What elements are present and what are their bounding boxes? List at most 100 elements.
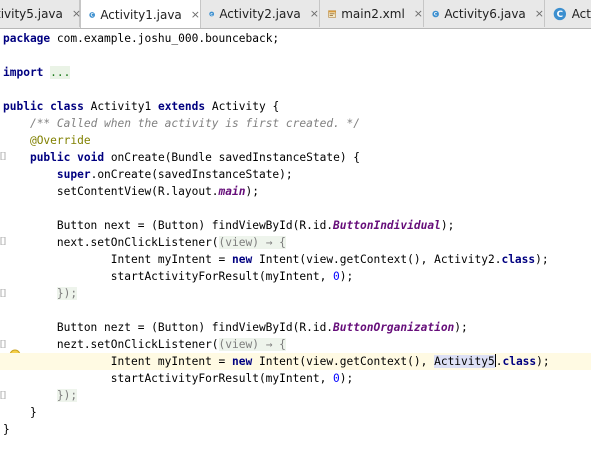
code-text: ); — [245, 185, 259, 198]
tab-label: main2.xml — [341, 6, 405, 21]
tab-label: Act — [571, 6, 591, 21]
keyword: public — [29, 151, 71, 164]
code-line-method-close[interactable]: } — [3, 404, 37, 421]
code-line-close-lambda[interactable]: }); — [3, 285, 78, 302]
tab-label: Activity6.java — [444, 6, 526, 21]
folded-lambda[interactable]: (view) → { — [218, 338, 286, 351]
code-line-annotation[interactable]: @Override — [3, 132, 91, 149]
code-text: onCreate(Bundle savedInstanceState) { — [104, 151, 361, 164]
code-text: next.setOnClickListener( — [3, 236, 219, 249]
code-line-next-listener[interactable]: next.setOnClickListener((view) → { — [3, 234, 286, 251]
code-line-import[interactable]: import ... — [3, 64, 71, 81]
code-line-start-activity[interactable]: startActivityForResult(myIntent, 0); — [3, 268, 354, 285]
code-line-intent-activity2[interactable]: Intent myIntent = new Intent(view.getCon… — [3, 251, 549, 268]
editor-tab-bar: tivity5.java × C Activity1.java × C Acti… — [0, 0, 591, 29]
code-line-button-nezt[interactable]: Button nezt = (Button) findViewById(R.id… — [3, 319, 468, 336]
code-text: Intent(view.getContext(), — [252, 355, 435, 368]
code-text: startActivityForResult(myIntent, — [3, 270, 334, 283]
folded-imports[interactable]: ... — [50, 66, 71, 79]
code-line-close-lambda[interactable]: }); — [3, 387, 78, 404]
close-icon[interactable]: × — [535, 7, 544, 20]
svg-text:C: C — [91, 12, 94, 17]
code-text: ); — [454, 321, 468, 334]
code-text: } — [3, 423, 10, 436]
keyword: void — [77, 151, 105, 164]
code-line-package[interactable]: package com.example.joshu_000.bounceback… — [3, 30, 279, 47]
java-class-icon: C — [209, 11, 215, 16]
code-text: nezt.setOnClickListener( — [3, 338, 219, 351]
keyword: new — [232, 355, 253, 368]
folded-lambda[interactable]: (view) → { — [218, 236, 286, 249]
keyword: class — [501, 253, 536, 266]
tab-activity6[interactable]: C Activity6.java × — [424, 0, 545, 27]
code-text: ); — [339, 270, 354, 283]
svg-text:C: C — [557, 10, 563, 20]
comment: /** Called when the activity is first cr… — [29, 117, 360, 130]
code-text: Activity1 — [83, 100, 158, 113]
tab-label: tivity5.java — [0, 6, 63, 21]
code-text: } — [3, 406, 37, 419]
code-text: Activity { — [205, 100, 280, 113]
keyword: class — [50, 100, 84, 113]
code-text: Button nezt = (Button) findViewById(R.id… — [3, 321, 334, 334]
highlighted-identifier[interactable]: Activity5 — [434, 355, 495, 368]
close-icon[interactable]: × — [191, 8, 200, 21]
java-class-icon: C — [432, 10, 439, 17]
code-line-start-activity[interactable]: startActivityForResult(myIntent, 0); — [3, 370, 354, 387]
static-field: main — [218, 185, 246, 198]
keyword: class — [502, 355, 537, 368]
tab-activity5[interactable]: tivity5.java × — [0, 0, 81, 27]
code-line-class-declaration[interactable]: public class Activity1 extends Activity … — [3, 98, 279, 115]
tab-activity2[interactable]: C Activity2.java × — [201, 0, 320, 27]
code-text: Intent myIntent = — [3, 355, 233, 368]
keyword: new — [232, 253, 253, 266]
annotation: @Override — [29, 134, 91, 147]
svg-text:C: C — [434, 11, 438, 17]
code-text: setContentView(R.layout. — [3, 185, 219, 198]
code-text: ); — [536, 355, 550, 368]
java-class-icon: C — [89, 11, 95, 18]
code-text: startActivityForResult(myIntent, — [3, 372, 334, 385]
keyword: super — [56, 168, 91, 181]
code-text: Intent myIntent = — [3, 253, 233, 266]
close-icon[interactable]: × — [310, 7, 319, 20]
code-line-nezt-listener[interactable]: nezt.setOnClickListener((view) → { — [3, 336, 286, 353]
tab-main2-xml[interactable]: main2.xml × — [320, 0, 424, 27]
code-line-oncreate[interactable]: public void onCreate(Bundle savedInstanc… — [3, 149, 360, 166]
code-line-set-content-view[interactable]: setContentView(R.layout.main); — [3, 183, 259, 200]
code-text: .onCreate(savedInstanceState); — [90, 168, 293, 181]
code-text: com.example.joshu_000.bounceback; — [50, 32, 280, 45]
keyword: public — [3, 100, 44, 113]
static-field: ButtonIndividual — [333, 219, 441, 232]
code-text: ); — [339, 372, 354, 385]
code-text: ); — [535, 253, 549, 266]
close-icon[interactable]: × — [414, 7, 423, 20]
code-line-intent-activity5[interactable]: Intent myIntent = new Intent(view.getCon… — [0, 353, 591, 370]
keyword: package — [3, 32, 51, 45]
number-literal: 0 — [333, 372, 340, 385]
lambda-close: }); — [56, 389, 78, 402]
keyword: import — [3, 66, 44, 79]
code-text: Button next = (Button) findViewById(R.id… — [3, 219, 334, 232]
tab-label: Activity1.java — [100, 7, 182, 22]
code-line-button-next[interactable]: Button next = (Button) findViewById(R.id… — [3, 217, 454, 234]
tab-act-truncated[interactable]: C Act — [545, 0, 591, 27]
tab-activity1[interactable]: C Activity1.java × — [80, 0, 201, 28]
number-literal: 0 — [333, 270, 340, 283]
java-class-icon: C — [553, 7, 567, 20]
keyword: extends — [157, 100, 206, 113]
code-editor[interactable]: package com.example.joshu_000.bounceback… — [0, 29, 591, 451]
lambda-close: }); — [56, 287, 78, 300]
code-text: Intent(view.getContext(), Activity2. — [252, 253, 502, 266]
code-line-super-call[interactable]: super.onCreate(savedInstanceState); — [3, 166, 293, 183]
code-line-doc-comment[interactable]: /** Called when the activity is first cr… — [3, 115, 360, 132]
xml-file-icon — [328, 9, 336, 18]
code-line-class-close[interactable]: } — [3, 421, 10, 438]
tab-label: Activity2.java — [219, 6, 301, 21]
